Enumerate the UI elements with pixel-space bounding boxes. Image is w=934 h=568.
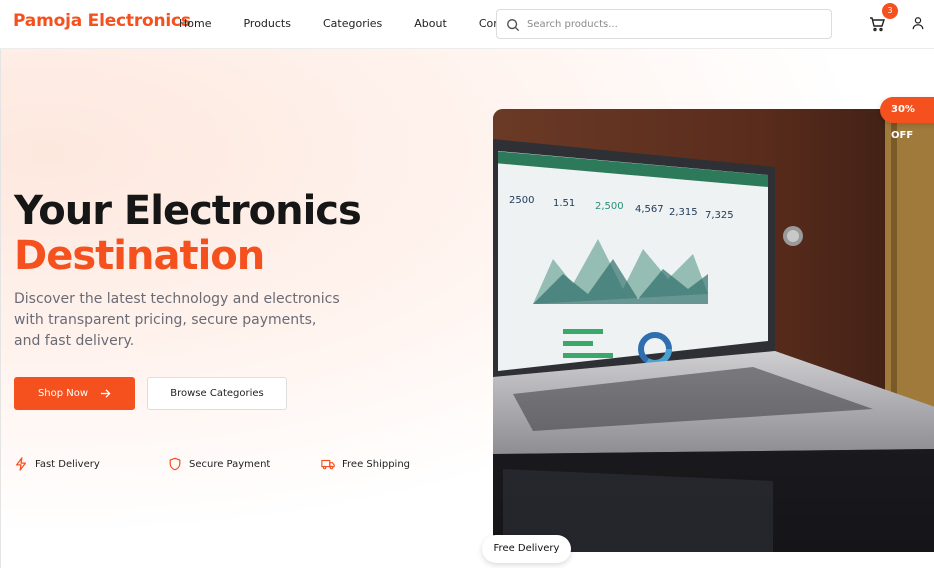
screen-stat-1: 2500 xyxy=(509,195,534,206)
hero-section: Your Electronics Destination Discover th… xyxy=(0,49,934,568)
search-input[interactable] xyxy=(527,15,817,33)
nav-categories[interactable]: Categories xyxy=(323,17,382,30)
hero-title-line1: Your Electronics xyxy=(14,188,362,234)
discount-badge: 30% OFF xyxy=(880,97,934,141)
browse-categories-button[interactable]: Browse Categories xyxy=(147,377,287,410)
feature-label: Fast Delivery xyxy=(35,458,100,470)
page: Pamoja Electronics Home Products Categor… xyxy=(0,0,934,568)
feature-fast-delivery: Fast Delivery xyxy=(14,457,100,471)
nav-about[interactable]: About xyxy=(414,17,447,30)
screen-stat-2: 1.51 xyxy=(553,198,575,209)
cart-icon[interactable] xyxy=(869,16,885,32)
brand-logo[interactable]: Pamoja Electronics xyxy=(13,11,191,31)
free-delivery-badge: Free Delivery xyxy=(482,535,571,563)
feature-label: Free Shipping xyxy=(342,458,411,470)
nav-products[interactable]: Products xyxy=(243,17,291,30)
cart-count-badge: 3 xyxy=(882,3,898,19)
feature-label: Secure Payment xyxy=(189,458,271,470)
truck-icon xyxy=(321,459,335,470)
shop-now-label: Shop Now xyxy=(37,388,89,399)
hero-description: Discover the latest technology and elect… xyxy=(14,291,340,349)
shield-icon xyxy=(169,457,181,471)
feature-free-shipping: Free Shipping xyxy=(321,457,410,471)
screen-stat-3: 2,500 xyxy=(595,201,624,212)
feature-secure-payment: Secure Payment xyxy=(168,457,270,471)
arrow-right-icon xyxy=(100,389,111,398)
lightning-icon xyxy=(16,457,26,471)
laptop-photo: 2500 1.51 2,500 4,567 2,315 7,325 xyxy=(493,109,934,552)
nav-home[interactable]: Home xyxy=(179,17,211,30)
screen-stat-5: 2,315 xyxy=(669,207,698,218)
search-box xyxy=(496,9,832,39)
site-header: Pamoja Electronics Home Products Categor… xyxy=(0,0,934,49)
search-icon xyxy=(507,19,520,32)
hero-laptop-image: 2500 1.51 2,500 4,567 2,315 7,325 xyxy=(493,109,934,552)
hero-title: Your Electronics Destination xyxy=(14,188,362,279)
hero-title-line2: Destination xyxy=(14,233,265,279)
shop-now-button[interactable]: Shop Now xyxy=(14,377,135,410)
screen-stat-4: 4,567 xyxy=(635,204,664,215)
screen-stat-6: 7,325 xyxy=(705,210,734,221)
user-icon[interactable] xyxy=(911,16,925,30)
